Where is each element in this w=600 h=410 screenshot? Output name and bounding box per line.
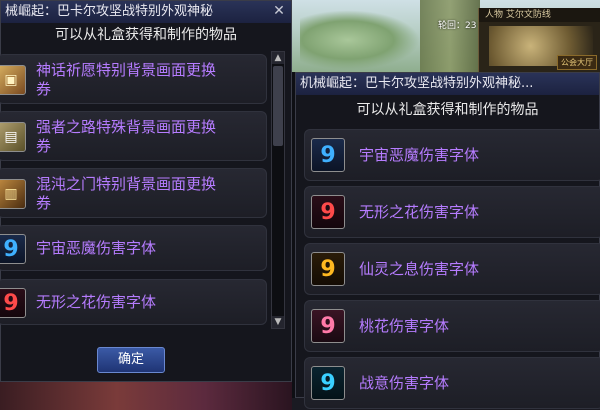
left-panel-subtitle: 可以从礼盒获得和制作的物品 bbox=[55, 27, 237, 43]
scenery-ticket-icon: ▤ bbox=[0, 122, 26, 152]
left-item-panel: 械崛起：巴卡尔攻坚战特别外观神秘 ✕ 可以从礼盒获得和制作的物品 ▣ 神话祈愿特… bbox=[0, 0, 292, 382]
item-label: 战意伤害字体 bbox=[359, 374, 450, 392]
item-label: 宇宙恶魔伤害字体 bbox=[359, 146, 480, 164]
minimap-title: 人物 艾尔文防线 bbox=[479, 8, 600, 22]
list-item[interactable]: 9 战意伤害字体 bbox=[304, 357, 600, 409]
item-label: 神话祈愿特别背景画面更换 券 bbox=[36, 61, 217, 98]
damage-font-icon: 9 bbox=[311, 252, 345, 286]
item-label: 无形之花伤害字体 bbox=[359, 203, 480, 221]
damage-font-icon: 9 bbox=[311, 195, 345, 229]
list-item[interactable]: 9 仙灵之息伤害字体 bbox=[304, 243, 600, 295]
close-icon[interactable]: ✕ bbox=[271, 3, 287, 19]
right-panel-subtitle: 可以从礼盒获得和制作的物品 bbox=[356, 102, 539, 118]
game-foliage bbox=[300, 10, 420, 70]
item-label: 强者之路特殊背景画面更换 券 bbox=[36, 118, 217, 155]
game-tree bbox=[420, 0, 480, 72]
list-item[interactable]: 9 桃花伤害字体 bbox=[304, 300, 600, 352]
scroll-thumb[interactable] bbox=[273, 66, 283, 146]
damage-font-icon: 9 bbox=[0, 288, 26, 318]
right-item-panel: 机械崛起：巴卡尔攻坚战特别外观神秘... 可以从礼盒获得和制作的物品 9 宇宙恶… bbox=[295, 72, 600, 409]
right-panel-title: 机械崛起：巴卡尔攻坚战特别外观神秘... bbox=[300, 76, 534, 91]
damage-font-icon: 9 bbox=[311, 309, 345, 343]
left-panel-titlebar[interactable]: 械崛起：巴卡尔攻坚战特别外观神秘 bbox=[1, 1, 291, 23]
guild-hall-button[interactable]: 公会大厅 bbox=[557, 55, 597, 70]
damage-font-icon: 9 bbox=[311, 138, 345, 172]
list-item[interactable]: ▤ 强者之路特殊背景画面更换 券 bbox=[0, 111, 267, 161]
left-panel-title: 械崛起：巴卡尔攻坚战特别外观神秘 bbox=[5, 4, 214, 19]
hud-label: 轮回：23 bbox=[438, 21, 477, 31]
scenery-ticket-icon: ▥ bbox=[0, 179, 26, 209]
scrollbar[interactable]: ▲ ▼ bbox=[271, 51, 285, 329]
item-label: 桃花伤害字体 bbox=[359, 317, 450, 335]
damage-font-icon: 9 bbox=[0, 234, 26, 264]
scroll-up-arrow-icon[interactable]: ▲ bbox=[272, 52, 284, 64]
right-panel-titlebar[interactable]: 机械崛起：巴卡尔攻坚战特别外观神秘... bbox=[296, 73, 599, 95]
item-label: 宇宙恶魔伤害字体 bbox=[36, 239, 157, 257]
list-item[interactable]: 9 宇宙恶魔伤害字体 bbox=[0, 225, 267, 271]
item-label: 无形之花伤害字体 bbox=[36, 293, 157, 311]
list-item[interactable]: ▣ 神话祈愿特别背景画面更换 券 bbox=[0, 54, 267, 104]
damage-font-icon: 9 bbox=[311, 366, 345, 400]
item-label: 仙灵之息伤害字体 bbox=[359, 260, 480, 278]
minimap[interactable]: 人物 艾尔文防线 公会大厅 bbox=[478, 8, 600, 72]
list-item[interactable]: 9 无形之花伤害字体 bbox=[304, 186, 600, 238]
item-label: 混沌之门特别背景画面更换 券 bbox=[36, 175, 217, 212]
confirm-button[interactable]: 确定 bbox=[97, 347, 165, 373]
list-item[interactable]: ▥ 混沌之门特别背景画面更换 券 bbox=[0, 168, 267, 218]
list-item[interactable]: 9 宇宙恶魔伤害字体 bbox=[304, 129, 600, 181]
background-artwork bbox=[0, 382, 292, 410]
scroll-down-arrow-icon[interactable]: ▼ bbox=[272, 316, 284, 328]
list-item[interactable]: 9 无形之花伤害字体 bbox=[0, 279, 267, 325]
scenery-ticket-icon: ▣ bbox=[0, 65, 26, 95]
